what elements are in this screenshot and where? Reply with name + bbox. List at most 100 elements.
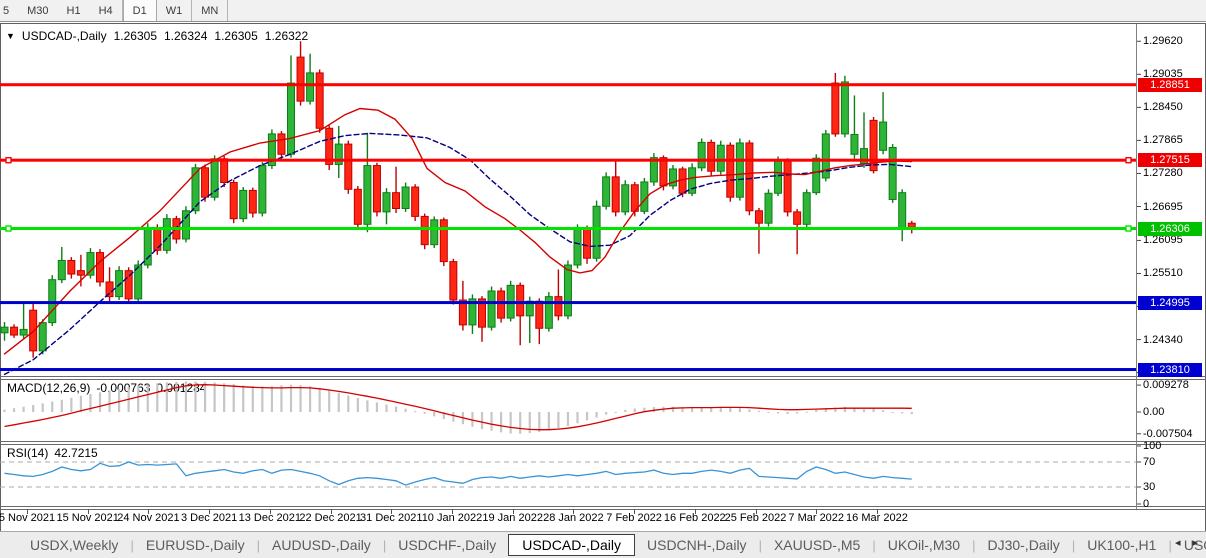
chart-tab-audusd-[interactable]: AUDUSD-,Daily — [260, 535, 383, 555]
candle — [784, 158, 791, 216]
candle — [488, 286, 495, 330]
timeframe-button-h4[interactable]: H4 — [90, 0, 122, 21]
macd-histogram-bar — [23, 407, 25, 412]
macd-histogram-bar — [395, 406, 397, 412]
macd-histogram-bar — [242, 385, 244, 412]
horizontal-level-line[interactable] — [0, 83, 1136, 86]
line-handle[interactable] — [1126, 158, 1131, 163]
macd-histogram-bar — [233, 384, 235, 412]
macd-histogram-bar — [175, 382, 177, 412]
chart-tab-usdcnh-[interactable]: USDCNH-,Daily — [635, 535, 759, 555]
line-handle[interactable] — [6, 158, 11, 163]
macd-histogram-bar — [452, 412, 454, 422]
chart-tab-usdchf-[interactable]: USDCHF-,Daily — [386, 535, 508, 555]
horizontal-level-line[interactable] — [0, 368, 1136, 371]
pane-separator[interactable] — [0, 376, 1206, 377]
macd-histogram-bar — [405, 409, 407, 412]
price-line-badge: 1.24995 — [1138, 296, 1202, 310]
horizontal-level-line[interactable] — [0, 301, 1136, 304]
candle — [163, 214, 170, 254]
candle — [364, 133, 371, 232]
candle — [268, 129, 275, 169]
horizontal-level-line[interactable] — [0, 159, 1136, 162]
tab-scroll-right-icon[interactable]: ▸ — [1192, 536, 1198, 549]
macd-histogram-bar — [290, 385, 292, 412]
price-tick-label: 1.28450 — [1143, 101, 1183, 113]
tab-scroll-left-icon[interactable]: ◂ — [1175, 536, 1181, 549]
candle — [650, 153, 657, 186]
date-label: 16 Mar 2022 — [846, 512, 908, 524]
candle — [765, 189, 772, 226]
rsi-chart-canvas[interactable] — [0, 444, 1206, 506]
macd-histogram-bar — [204, 382, 206, 412]
macd-histogram-bar — [424, 412, 426, 414]
macd-histogram-bar — [576, 412, 578, 423]
macd-chart-canvas[interactable] — [0, 379, 1206, 441]
macd-histogram-bar — [357, 398, 359, 412]
candle — [469, 294, 476, 334]
price-tick-label: 1.24340 — [1143, 334, 1183, 346]
macd-histogram-bar — [872, 409, 874, 412]
macd-histogram-bar — [911, 412, 913, 414]
candle — [593, 201, 600, 262]
chart-tab-eurusd-[interactable]: EURUSD-,Daily — [134, 535, 257, 555]
macd-histogram-bar — [758, 411, 760, 412]
chart-tab-usdx[interactable]: USDX,Weekly — [18, 535, 130, 555]
macd-histogram-bar — [519, 412, 521, 434]
macd-histogram-bar — [328, 390, 330, 412]
macd-histogram-bar — [252, 386, 254, 412]
macd-histogram-bar — [347, 395, 349, 412]
chart-tab-uk100-[interactable]: UK100-,H1 — [1075, 535, 1168, 555]
timeframe-button-5[interactable]: 5 — [0, 0, 18, 21]
candle — [288, 55, 295, 157]
candle — [345, 141, 352, 194]
macd-histogram-bar — [51, 402, 53, 412]
horizontal-level-line[interactable] — [0, 227, 1136, 230]
chart-tab-usdcad-[interactable]: USDCAD-,Daily — [508, 534, 635, 556]
timeframe-button-mn[interactable]: MN — [192, 0, 227, 21]
candle — [240, 187, 247, 222]
candle — [11, 324, 18, 338]
timeframe-button-w1[interactable]: W1 — [157, 0, 192, 21]
candle — [440, 218, 447, 267]
candle — [517, 283, 524, 346]
line-handle[interactable] — [6, 226, 11, 231]
macd-histogram-bar — [490, 412, 492, 431]
candle — [822, 130, 829, 181]
macd-histogram-bar — [538, 412, 540, 432]
line-handle[interactable] — [1126, 226, 1131, 231]
macd-signal-line — [5, 385, 912, 430]
candle — [736, 138, 743, 200]
candle — [612, 160, 619, 216]
macd-histogram-bar — [166, 382, 168, 412]
macd-histogram-bar — [510, 412, 512, 433]
candle — [574, 224, 581, 268]
macd-histogram-bar — [624, 410, 626, 412]
macd-histogram-bar — [261, 386, 263, 412]
candle — [335, 126, 342, 178]
candle — [851, 95, 858, 158]
timeframe-button-d1[interactable]: D1 — [123, 0, 157, 21]
timeframe-button-m30[interactable]: M30 — [18, 0, 57, 21]
macd-histogram-bar — [596, 412, 598, 418]
chart-tab-xauusd-[interactable]: XAUUSD-,M5 — [762, 535, 872, 555]
price-line-badge: 1.28851 — [1138, 78, 1202, 92]
date-label: 31 Dec 2021 — [360, 512, 422, 524]
macd-histogram-bar — [634, 409, 636, 412]
price-tick-label: 1.27280 — [1143, 167, 1183, 179]
timeframe-button-h1[interactable]: H1 — [58, 0, 90, 21]
chart-tab-bar: USDX,Weekly|EURUSD-,Daily|AUDUSD-,Daily|… — [0, 531, 1206, 558]
candle — [20, 303, 27, 338]
candle — [889, 144, 896, 203]
chart-tab-ukoil-[interactable]: UKOil-,M30 — [876, 535, 972, 555]
date-label: 19 Jan 2022 — [482, 512, 543, 524]
rsi-tick-label: 100 — [1143, 440, 1161, 452]
candle — [708, 140, 715, 176]
chart-tab-dj30-[interactable]: DJ30-,Daily — [975, 535, 1071, 555]
candle — [459, 281, 466, 331]
macd-tick-label: 0.00 — [1143, 406, 1164, 418]
price-chart-canvas[interactable] — [0, 24, 1206, 376]
macd-histogram-bar — [892, 412, 894, 413]
date-label: 22 Dec 2021 — [299, 512, 361, 524]
pane-separator[interactable] — [0, 441, 1206, 442]
